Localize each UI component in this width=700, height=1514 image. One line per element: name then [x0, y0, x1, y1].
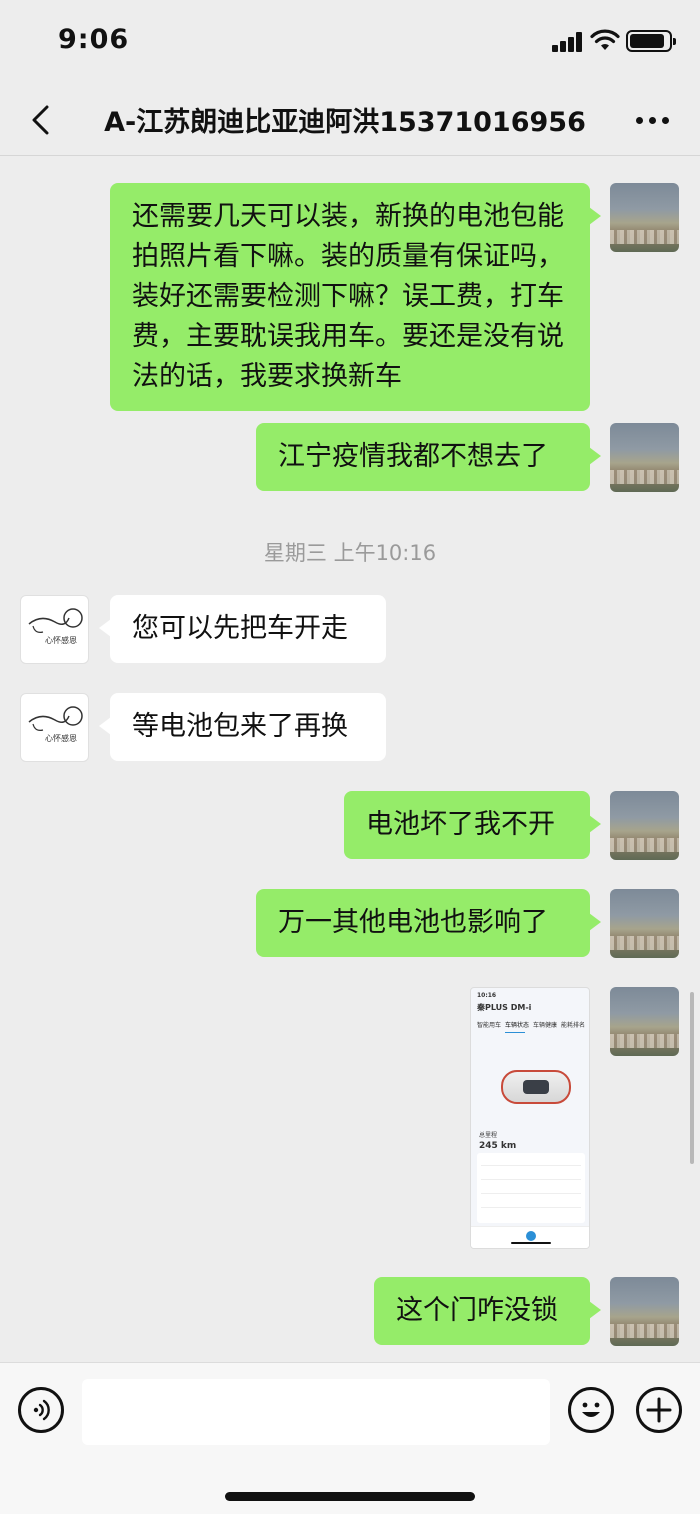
shot-time: 10:16 — [477, 992, 497, 999]
status-time: 9:06 — [58, 24, 130, 55]
contact-logo-icon: 心怀感恩 — [28, 608, 83, 645]
contact-avatar[interactable]: 心怀感恩 — [20, 595, 89, 664]
battery-icon — [626, 30, 676, 52]
message-bubble-outgoing[interactable]: 江宁疫情我都不想去了 — [256, 423, 601, 491]
message-bubble-outgoing[interactable]: 还需要几天可以装，新换的电池包能拍照片看下嘛。装的质量有保证吗，装好还需要检测下… — [110, 183, 601, 411]
chat-title: A-江苏朗迪比亚迪阿洪15371016956 — [104, 107, 586, 138]
shot-range-value: 245 km — [479, 1141, 517, 1151]
self-avatar[interactable] — [610, 791, 679, 860]
contact-logo-text: 心怀感恩 — [45, 635, 77, 645]
contact-logo-text: 心怀感恩 — [45, 733, 77, 743]
message-bubble-outgoing[interactable]: 万一其他电池也影响了 — [256, 889, 601, 957]
emoji-icon — [582, 1402, 600, 1417]
message-text: 还需要几天可以装，新换的电池包能拍照片看下嘛。装的质量有保证吗，装好还需要检测下… — [132, 201, 564, 392]
self-avatar[interactable] — [610, 1277, 679, 1346]
shot-tab: 智能用车 — [477, 1022, 502, 1029]
back-button[interactable] — [20, 100, 60, 140]
self-avatar[interactable] — [610, 987, 679, 1056]
image-message[interactable]: 10:16 秦PLUS DM-i 智能用车 车辆状态 车辆健康 能耗排名 总里程… — [470, 987, 590, 1249]
more-button[interactable] — [630, 102, 674, 138]
voice-button[interactable] — [18, 1387, 64, 1433]
message-input[interactable] — [82, 1379, 550, 1445]
scrollbar[interactable] — [690, 992, 694, 1164]
plus-icon — [646, 1397, 672, 1423]
shot-tab: 车辆健康 — [533, 1022, 558, 1029]
wifi-icon — [590, 29, 620, 50]
message-bubble-incoming[interactable]: 等电池包来了再换 — [99, 693, 386, 761]
shot-range-label: 总里程 — [479, 1132, 498, 1139]
shot-tab: 车辆状态 — [505, 1022, 530, 1029]
battery-level — [630, 34, 664, 48]
home-indicator[interactable] — [225, 1492, 475, 1501]
self-avatar[interactable] — [610, 423, 679, 492]
message-list[interactable]: 还需要几天可以装，新换的电池包能拍照片看下嘛。装的质量有保证吗，装好还需要检测下… — [0, 157, 700, 1362]
shot-car-name: 秦PLUS DM-i — [477, 1003, 532, 1012]
chevron-left-icon — [32, 105, 49, 135]
chat-timestamp: 星期三 上午10:16 — [263, 541, 437, 565]
shot-tab-bar — [471, 1226, 589, 1248]
message-text: 这个门咋没锁 — [396, 1295, 558, 1326]
shot-tab: 能耗排名 — [561, 1022, 586, 1029]
emoji-button[interactable] — [568, 1387, 614, 1433]
message-text: 您可以先把车开走 — [132, 613, 348, 644]
message-text: 等电池包来了再换 — [132, 711, 348, 742]
more-functions-button[interactable] — [636, 1387, 682, 1433]
shot-status-panel — [477, 1153, 585, 1223]
message-bubble-outgoing[interactable]: 电池坏了我不开 — [344, 791, 601, 859]
contact-avatar[interactable]: 心怀感恩 — [20, 693, 89, 762]
message-text: 万一其他电池也影响了 — [278, 907, 548, 938]
self-avatar[interactable] — [610, 889, 679, 958]
message-text: 电池坏了我不开 — [366, 809, 555, 840]
message-bubble-incoming[interactable]: 您可以先把车开走 — [99, 595, 386, 663]
chat-header: A-江苏朗迪比亚迪阿洪15371016956 — [0, 84, 700, 156]
voice-icon — [33, 1399, 50, 1421]
cellular-signal-icon — [552, 32, 584, 52]
status-bar: 9:06 — [0, 0, 700, 84]
message-text: 江宁疫情我都不想去了 — [278, 441, 548, 472]
car-image — [501, 1070, 571, 1104]
more-dots-icon — [635, 116, 643, 124]
contact-logo-icon: 心怀感恩 — [28, 706, 83, 743]
self-avatar[interactable] — [610, 183, 679, 252]
message-bubble-outgoing[interactable]: 这个门咋没锁 — [374, 1277, 601, 1345]
